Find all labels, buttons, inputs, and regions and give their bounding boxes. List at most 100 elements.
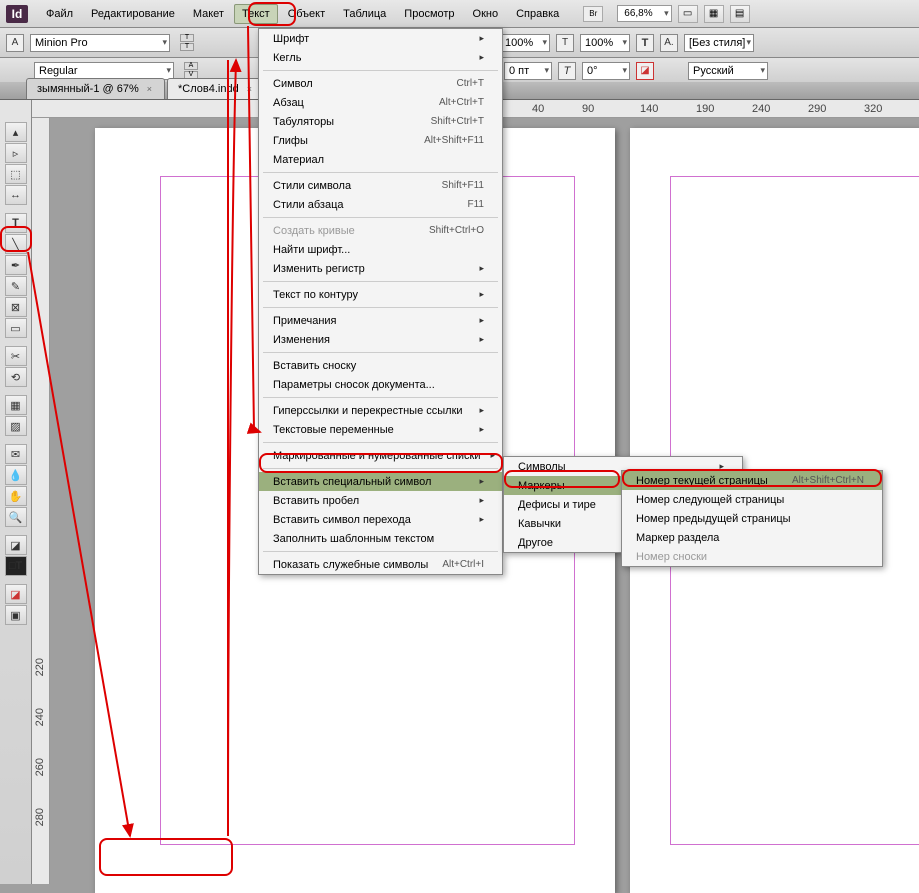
char-panel-icon[interactable]: A xyxy=(6,34,24,52)
menu-object[interactable]: Объект xyxy=(280,4,333,24)
ruler-tick: 290 xyxy=(808,103,826,115)
menu-item[interactable]: Изменить регистр xyxy=(259,259,502,278)
screen-mode-btn[interactable]: ▭ xyxy=(678,5,698,23)
menu-layout[interactable]: Макет xyxy=(185,4,232,24)
ruler-tick: 220 xyxy=(34,658,46,676)
menu-item[interactable]: ГлифыAlt+Shift+F11 xyxy=(259,131,502,150)
shortcut-label: Alt+Shift+Ctrl+N xyxy=(792,475,864,486)
skew-field[interactable]: 0° xyxy=(582,62,630,80)
menu-item[interactable]: Вставить символ перехода xyxy=(259,510,502,529)
menu-item-label: Кавычки xyxy=(518,518,561,530)
apply-color[interactable]: □T xyxy=(5,556,27,576)
language-field[interactable]: Русский xyxy=(688,62,768,80)
menu-item[interactable]: Стили абзацаF11 xyxy=(259,195,502,214)
workspace-btn[interactable]: ▤ xyxy=(730,5,750,23)
pen-tool[interactable]: ✒ xyxy=(5,255,27,275)
menu-item-label: Номер текущей страницы xyxy=(636,475,768,487)
menu-item-label: Текст по контуру xyxy=(273,289,358,301)
zoom-level[interactable]: 66,8% xyxy=(617,5,671,22)
menu-item[interactable]: Шрифт xyxy=(259,29,502,48)
font-family-field[interactable]: Minion Pro xyxy=(30,34,170,52)
menu-item[interactable]: Текстовые переменные xyxy=(259,420,502,439)
menu-item-label: Изменить регистр xyxy=(273,263,365,275)
menu-item[interactable]: Изменения xyxy=(259,330,502,349)
close-icon[interactable]: × xyxy=(147,84,152,94)
menu-item[interactable]: Материал xyxy=(259,150,502,169)
menu-item[interactable]: Вставить сноску xyxy=(259,356,502,375)
eyedropper-tool[interactable]: 💧 xyxy=(5,465,27,485)
pencil-tool[interactable]: ✎ xyxy=(5,276,27,296)
menu-table[interactable]: Таблица xyxy=(335,4,394,24)
menu-item[interactable]: Примечания xyxy=(259,311,502,330)
line-tool[interactable]: ╲ xyxy=(5,234,27,254)
menu-item[interactable]: Номер следующей страницы xyxy=(622,490,882,509)
frame-tool[interactable]: ⊠ xyxy=(5,297,27,317)
rectangle-tool[interactable]: ▭ xyxy=(5,318,27,338)
baseline-field[interactable]: 0 пт xyxy=(504,62,552,80)
menu-window[interactable]: Окно xyxy=(465,4,507,24)
shortcut-label: Alt+Shift+F11 xyxy=(424,135,484,146)
menu-item[interactable]: Гиперссылки и перекрестные ссылки xyxy=(259,401,502,420)
char-style-field[interactable]: [Без стиля] xyxy=(684,34,754,52)
menu-item[interactable]: Номер текущей страницы Alt+Shift+Ctrl+N xyxy=(622,471,882,490)
menu-item[interactable]: Найти шрифт... xyxy=(259,240,502,259)
gradient-tool[interactable]: ▦ xyxy=(5,395,27,415)
tt-icons[interactable]: TT xyxy=(180,34,194,51)
menu-text[interactable]: Текст xyxy=(234,4,278,24)
scale-h-field[interactable]: 100% xyxy=(500,34,550,52)
menu-item[interactable]: Вставить пробел xyxy=(259,491,502,510)
tab-label: зымянный-1 @ 67% xyxy=(37,83,139,95)
menu-edit[interactable]: Редактирование xyxy=(83,4,183,24)
shortcut-label: Shift+F11 xyxy=(442,180,484,191)
font-weight-field[interactable]: Regular xyxy=(34,62,174,80)
char-style-icon[interactable]: A. xyxy=(660,34,678,52)
doc-tab-2[interactable]: *Cлов4.indd× xyxy=(167,78,265,99)
note-tool[interactable]: ✉ xyxy=(5,444,27,464)
menu-item-label: Заполнить шаблонным текстом xyxy=(273,533,434,545)
menu-item[interactable]: АбзацAlt+Ctrl+T xyxy=(259,93,502,112)
fill-icon[interactable]: ◪ xyxy=(636,62,654,80)
menu-item[interactable]: Показать служебные символыAlt+Ctrl+I xyxy=(259,555,502,574)
transform-tool[interactable]: ⟲ xyxy=(5,367,27,387)
screen-mode[interactable]: ▣ xyxy=(5,605,27,625)
gradient-feather-tool[interactable]: ▨ xyxy=(5,416,27,436)
menu-item[interactable]: Маркер раздела xyxy=(622,528,882,547)
fill-stroke[interactable]: ◪ xyxy=(5,535,27,555)
bold-icon[interactable]: T xyxy=(636,34,654,52)
app-logo: Id xyxy=(6,5,28,23)
page-tool[interactable]: ⬚ xyxy=(5,164,27,184)
menu-help[interactable]: Справка xyxy=(508,4,567,24)
menu-item-label: Дефисы и тире xyxy=(518,499,596,511)
type-tool[interactable]: T xyxy=(5,213,27,233)
doc-tab-1[interactable]: зымянный-1 @ 67% × xyxy=(26,78,165,99)
menu-item[interactable]: Номер предыдущей страницы xyxy=(622,509,882,528)
menu-item[interactable]: Параметры сносок документа... xyxy=(259,375,502,394)
scale-v-field[interactable]: 100% xyxy=(580,34,630,52)
leading-icons[interactable]: AV xyxy=(184,62,198,79)
bridge-button[interactable]: Br xyxy=(583,6,603,22)
menu-item[interactable]: Маркированные и нумерованные списки xyxy=(259,446,502,465)
menu-item[interactable]: Вставить специальный символ xyxy=(259,472,502,491)
ruler-tick: 240 xyxy=(752,103,770,115)
gap-tool[interactable]: ↔ xyxy=(5,185,27,205)
menu-item[interactable]: Стили символаShift+F11 xyxy=(259,176,502,195)
selection-tool[interactable]: ▴ xyxy=(5,122,27,142)
ruler-vertical: 220 240 260 280 xyxy=(32,118,50,884)
menu-item[interactable]: ТабуляторыShift+Ctrl+T xyxy=(259,112,502,131)
menu-item[interactable]: Заполнить шаблонным текстом xyxy=(259,529,502,548)
view-mode[interactable]: ◪ xyxy=(5,584,27,604)
arrange-btn[interactable]: ▦ xyxy=(704,5,724,23)
menu-item[interactable]: Текст по контуру xyxy=(259,285,502,304)
close-icon[interactable]: × xyxy=(247,84,252,94)
menu-file[interactable]: Файл xyxy=(38,4,81,24)
menu-item[interactable]: Кегль xyxy=(259,48,502,67)
menu-item: Создать кривыеShift+Ctrl+O xyxy=(259,221,502,240)
hand-tool[interactable]: ✋ xyxy=(5,486,27,506)
menu-view[interactable]: Просмотр xyxy=(396,4,462,24)
toolbox: ▴ ▹ ⬚ ↔ T ╲ ✒ ✎ ⊠ ▭ ✂ ⟲ ▦ ▨ ✉ 💧 ✋ 🔍 ◪ □T… xyxy=(0,100,32,884)
scissors-tool[interactable]: ✂ xyxy=(5,346,27,366)
zoom-tool[interactable]: 🔍 xyxy=(5,507,27,527)
menu-item[interactable]: СимволCtrl+T xyxy=(259,74,502,93)
menu-item-label: Вставить сноску xyxy=(273,360,356,372)
direct-selection-tool[interactable]: ▹ xyxy=(5,143,27,163)
